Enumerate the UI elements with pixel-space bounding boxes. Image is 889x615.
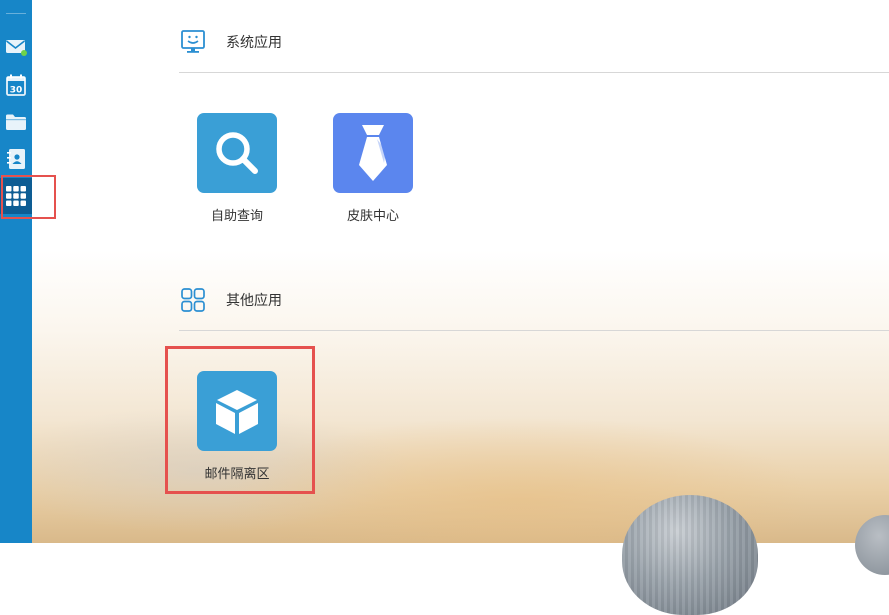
search-icon: [216, 132, 258, 174]
background-scene: [0, 0, 889, 543]
app-skin-center[interactable]: 皮肤中心: [318, 113, 428, 224]
section-divider: [179, 72, 889, 73]
monitor-smile-icon: [181, 30, 205, 53]
section-divider: [179, 330, 889, 331]
hot-air-balloon-image: [622, 495, 758, 615]
sidebar-item-mail[interactable]: [0, 29, 32, 65]
app-label: 皮肤中心: [346, 209, 399, 224]
sidebar-item-calendar[interactable]: 30: [0, 67, 32, 103]
sidebar-divider: [6, 13, 26, 14]
grid-four-icon: [181, 288, 205, 312]
section-header-system: 系统应用: [180, 29, 282, 55]
app-label: 自助查询: [210, 209, 263, 224]
mail-icon: [6, 40, 27, 56]
highlight-frame-mail-quarantine: [165, 346, 315, 494]
tie-icon: [359, 125, 387, 181]
section-title-other: 其他应用: [226, 293, 282, 309]
section-title-system: 系统应用: [226, 35, 282, 51]
folder-icon: [6, 114, 26, 130]
section-header-other: 其他应用: [180, 287, 282, 313]
calendar-icon: 30: [6, 74, 26, 96]
sidebar-item-files[interactable]: [0, 104, 32, 140]
highlight-frame-sidebar-apps: [1, 175, 56, 219]
app-tile: [197, 113, 277, 193]
app-self-query[interactable]: 自助查询: [182, 113, 292, 224]
contacts-icon: [7, 149, 25, 169]
sidebar-item-contacts[interactable]: [0, 141, 32, 177]
sidebar: 30: [0, 0, 32, 543]
calendar-day-text: 30: [10, 86, 23, 96]
app-tile: [333, 113, 413, 193]
